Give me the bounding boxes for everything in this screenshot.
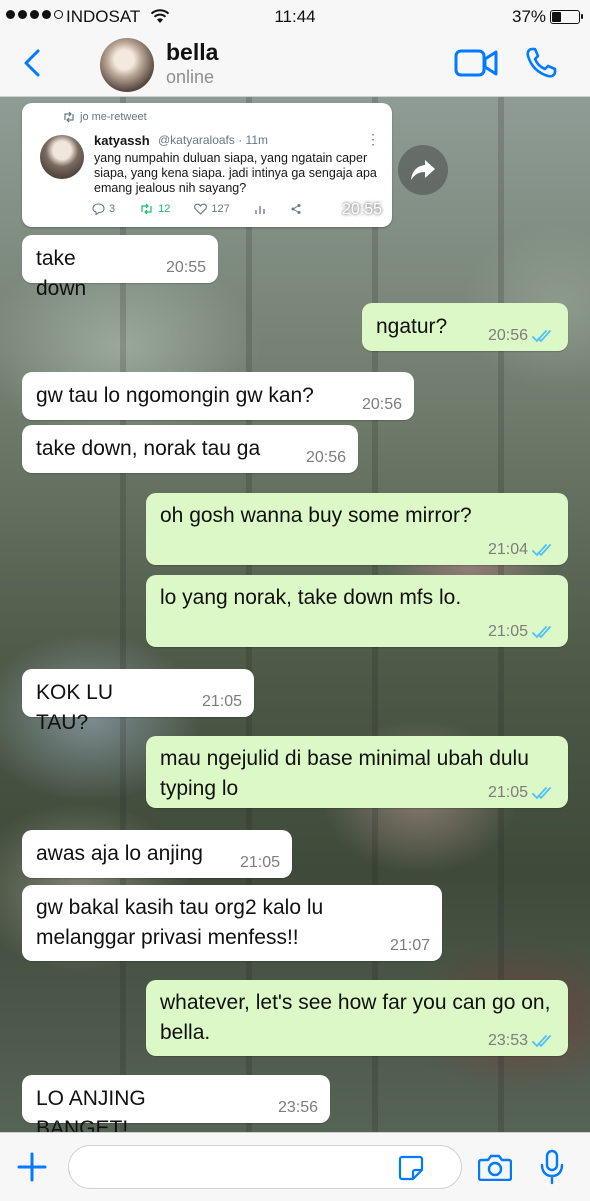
message-text: gw tau lo ngomongin gw kan?	[36, 384, 314, 407]
outgoing-message[interactable]: lo yang norak, take down mfs lo. 21:05	[146, 575, 568, 647]
message-meta: 21:05	[202, 693, 242, 711]
chat-header: bella online	[0, 34, 590, 97]
message-meta: 21:05	[488, 784, 556, 802]
outgoing-message[interactable]: mau ngejulid di base minimal ubah dulu t…	[146, 736, 568, 808]
incoming-message[interactable]: KOK LU TAU? 21:05	[22, 669, 254, 734]
message-time: 21:05	[239, 854, 280, 871]
phone-call-icon[interactable]	[524, 46, 558, 80]
message-time: 20:56	[305, 449, 346, 466]
message-time: 21:07	[389, 937, 430, 954]
read-ticks-icon	[532, 787, 551, 800]
message-time: 20:56	[487, 327, 528, 344]
tweet-author-handle: @katyaraloafs · 11m	[158, 133, 268, 147]
message-text: take down	[36, 247, 87, 300]
read-ticks-icon	[532, 330, 551, 343]
message-time: 21:04	[487, 541, 528, 558]
incoming-message[interactable]: gw bakal kasih tau org2 kalo lu melangga…	[22, 885, 442, 961]
message-meta: 21:07	[390, 937, 430, 955]
retweeted-by: jo me-retweet	[80, 111, 147, 123]
tweet-actions: 3 12 127	[92, 203, 352, 215]
clock: 11:44	[274, 7, 316, 26]
message-text: awas aja lo anjing	[36, 842, 203, 865]
analytics-icon	[254, 203, 266, 215]
reply-icon	[92, 203, 105, 215]
back-icon[interactable]	[18, 48, 48, 78]
message-time: 21:05	[201, 693, 242, 710]
mic-icon[interactable]	[540, 1149, 564, 1185]
incoming-message[interactable]: take down, norak tau ga 20:56	[22, 425, 358, 473]
input-bar	[0, 1132, 590, 1201]
message-time: 23:56	[277, 1099, 318, 1116]
message-time: 20:55	[165, 259, 206, 276]
message-meta: 20:55	[166, 259, 206, 277]
incoming-message[interactable]: gw tau lo ngomongin gw kan? 20:56	[22, 372, 414, 420]
message-text: LO ANJING BANGET!	[36, 1087, 146, 1132]
retweet-count: 12	[139, 203, 170, 215]
message-text: KOK LU TAU?	[36, 681, 114, 734]
status-bar: INDOSAT 11:44 37%	[0, 0, 590, 34]
message-meta: 20:56	[362, 396, 402, 414]
message-time: 20:56	[361, 396, 402, 413]
incoming-message[interactable]: LO ANJING BANGET! 23:56	[22, 1075, 330, 1132]
battery-icon	[550, 10, 583, 24]
message-meta: 23:56	[278, 1099, 318, 1117]
camera-icon[interactable]	[478, 1153, 512, 1181]
outgoing-message[interactable]: whatever, let's see how far you can go o…	[146, 980, 568, 1056]
message-text: ngatur?	[376, 315, 448, 338]
message-meta: 20:56	[306, 449, 346, 467]
message-meta: 21:05	[488, 623, 556, 641]
message-time: 21:05	[487, 784, 528, 801]
message-text: oh gosh wanna buy some mirror?	[160, 504, 472, 527]
sticker-icon[interactable]	[398, 1155, 424, 1181]
forward-button[interactable]	[398, 145, 448, 195]
tweet-author-name: katyassh	[94, 133, 150, 148]
more-vertical-icon: ⋮	[366, 131, 380, 147]
contact-avatar[interactable]	[100, 38, 154, 92]
message-meta: 21:04	[488, 541, 556, 559]
tweet-text: yang numpahin duluan siapa, yang ngatain…	[94, 151, 377, 195]
retweet-small-icon	[64, 111, 74, 123]
read-ticks-icon	[532, 626, 551, 639]
video-call-icon[interactable]	[454, 48, 498, 78]
message-time: 23:53	[487, 1032, 528, 1049]
forward-icon	[411, 160, 435, 180]
tweet-author-avatar	[40, 135, 84, 179]
message-meta: 20:56	[488, 327, 556, 345]
message-meta: 21:05	[240, 854, 280, 872]
message-text: take down, norak tau ga	[36, 437, 261, 460]
read-ticks-icon	[532, 1035, 551, 1048]
outgoing-message[interactable]: oh gosh wanna buy some mirror? 21:04	[146, 493, 568, 565]
retweet-icon	[141, 203, 152, 215]
contact-status: online	[166, 67, 215, 87]
incoming-message[interactable]: awas aja lo anjing 21:05	[22, 830, 292, 878]
heart-icon	[194, 203, 208, 215]
chat-area[interactable]: jo me-retweet katyassh @katyaraloafs · 1…	[0, 97, 590, 1132]
reply-count: 3	[92, 203, 115, 215]
message-time: 21:05	[487, 623, 528, 640]
contact-name[interactable]: bella	[166, 39, 218, 66]
outgoing-message[interactable]: ngatur? 20:56	[362, 303, 568, 351]
plus-icon[interactable]	[16, 1151, 48, 1183]
message-time: 20:55	[341, 201, 382, 218]
message-meta: 23:53	[488, 1032, 556, 1050]
like-count: 127	[194, 203, 230, 215]
message-text: lo yang norak, take down mfs lo.	[160, 586, 462, 609]
read-ticks-icon	[532, 544, 551, 557]
forwarded-tweet[interactable]: jo me-retweet katyassh @katyaraloafs · 1…	[22, 103, 392, 227]
battery-percentage: 37%	[512, 7, 547, 26]
share-icon	[290, 203, 302, 215]
message-text: gw bakal kasih tau org2 kalo lu melangga…	[36, 896, 324, 949]
incoming-message[interactable]: take down 20:55	[22, 235, 218, 300]
